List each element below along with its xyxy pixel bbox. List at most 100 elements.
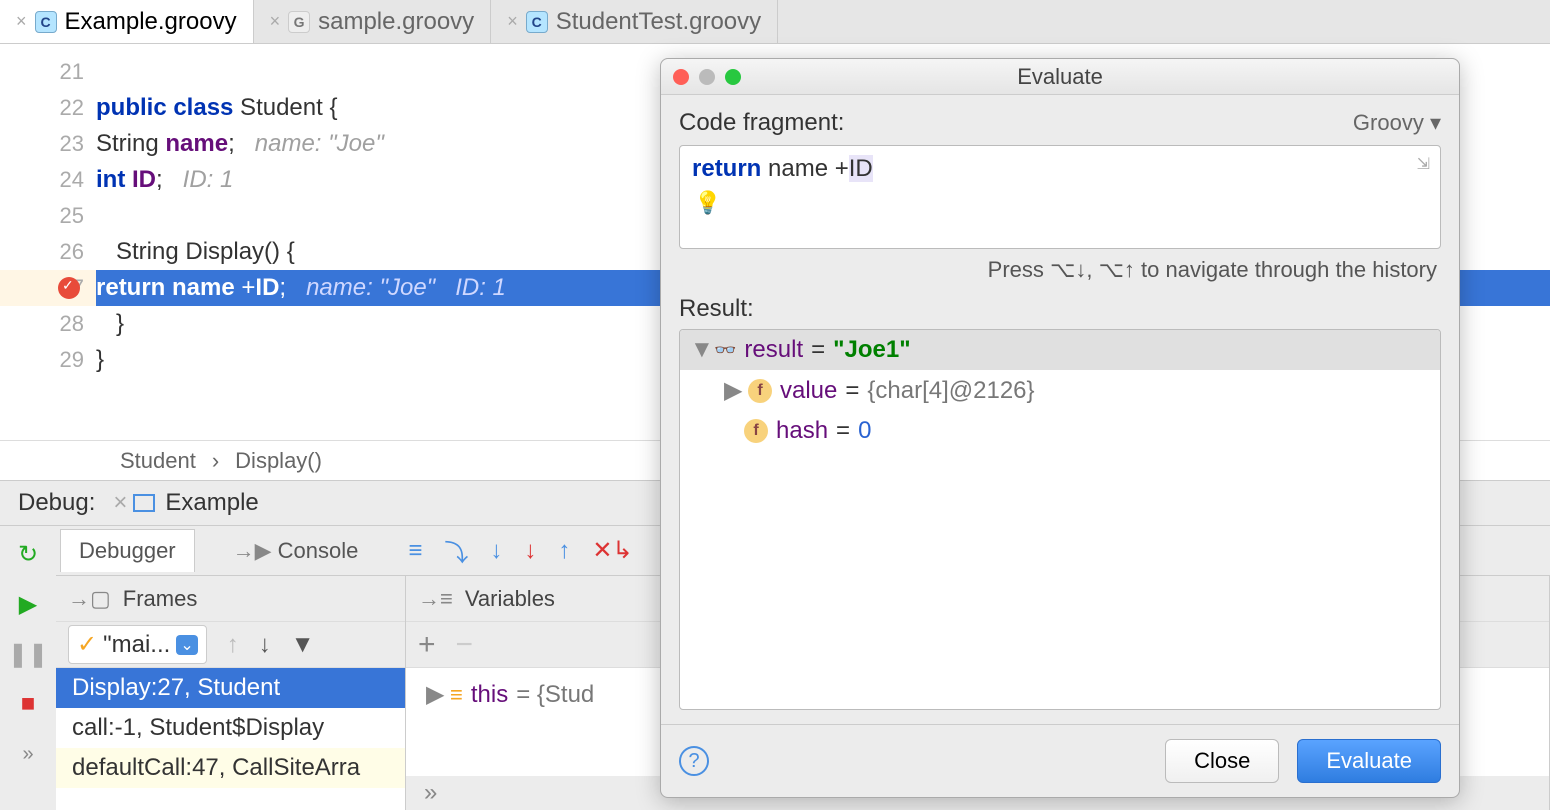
- debug-side-toolbar: ↻ ▶ ❚❚ ■ »: [0, 526, 56, 810]
- line-number: 24: [60, 167, 84, 193]
- dialog-body: Code fragment: Groovy ▾ return name +ID …: [661, 95, 1459, 724]
- groovy-class-icon: C: [526, 11, 548, 33]
- keyword: public class: [96, 94, 233, 122]
- line-number: 21: [60, 59, 84, 85]
- dialog-titlebar[interactable]: Evaluate: [661, 59, 1459, 95]
- editor-tabs: × C Example.groovy × G sample.groovy × C…: [0, 0, 1550, 44]
- thread-name: "mai...: [103, 631, 170, 659]
- filter-icon[interactable]: ▼: [291, 631, 315, 659]
- drop-frame-icon[interactable]: ✕↳: [592, 536, 632, 565]
- pause-icon[interactable]: ❚❚: [14, 640, 42, 668]
- tab-studenttest[interactable]: × C StudentTest.groovy: [491, 0, 778, 43]
- keyword: return: [692, 155, 761, 182]
- variables-title: Variables: [465, 586, 555, 612]
- breadcrumb-item[interactable]: Display(): [235, 448, 322, 474]
- code-text: ;: [156, 166, 163, 194]
- equals: =: [836, 417, 850, 445]
- frames-tools: ✓ "mai... ⌄ ↑ ↓ ▼: [56, 622, 405, 668]
- tab-sample[interactable]: × G sample.groovy: [254, 0, 492, 43]
- equals: =: [811, 336, 825, 364]
- next-frame-icon[interactable]: ↓: [259, 631, 271, 659]
- thread-selector[interactable]: ✓ "mai... ⌄: [68, 625, 207, 664]
- field: name: [172, 274, 241, 302]
- close-icon[interactable]: ×: [16, 11, 27, 32]
- prev-frame-icon[interactable]: ↑: [227, 631, 239, 659]
- zoom-window-icon[interactable]: [725, 69, 741, 85]
- code-text: ID: [849, 155, 873, 182]
- add-watch-icon[interactable]: +: [418, 628, 436, 662]
- evaluate-button[interactable]: Evaluate: [1297, 739, 1441, 783]
- breadcrumb-item[interactable]: Student: [120, 448, 196, 474]
- step-over-icon[interactable]: ⤵: [444, 533, 468, 568]
- code-text: +: [241, 274, 255, 302]
- gutter: 21 22 23 24 25 26 27 28 29: [0, 44, 96, 440]
- application-icon: [133, 494, 155, 512]
- var-name: value: [780, 377, 837, 405]
- history-hint: Press ⌥↓, ⌥↑ to navigate through the his…: [679, 257, 1437, 283]
- line-number: 25: [60, 203, 84, 229]
- inline-hint: name: "Joe": [286, 274, 435, 302]
- frame-row[interactable]: defaultCall:47, CallSiteArra: [56, 748, 405, 788]
- code-text: String: [96, 130, 165, 158]
- close-icon[interactable]: ×: [507, 11, 518, 32]
- remove-watch-icon[interactable]: −: [456, 628, 474, 662]
- code-text: Student {: [233, 94, 337, 122]
- this-icon: ≡: [450, 682, 463, 708]
- run-config-name[interactable]: Example: [155, 489, 258, 517]
- breakpoint-icon[interactable]: [58, 277, 80, 299]
- var-value: 0: [858, 417, 871, 445]
- frames-pane: →▢ Frames ✓ "mai... ⌄ ↑ ↓ ▼ Display:27, …: [56, 576, 406, 810]
- var-name: this: [471, 681, 508, 709]
- result-label: Result:: [679, 295, 1441, 323]
- equals: =: [845, 377, 859, 405]
- close-icon[interactable]: ×: [113, 489, 133, 517]
- result-row[interactable]: ▼ 👓 result = "Joe1": [680, 330, 1440, 370]
- frames-title: Frames: [123, 586, 198, 612]
- chevron-down-icon: ⌄: [176, 635, 197, 655]
- collapse-icon[interactable]: ▼: [690, 336, 706, 364]
- more-icon[interactable]: »: [14, 740, 42, 768]
- resume-icon[interactable]: ▶: [14, 590, 42, 618]
- code-text: ;: [279, 274, 286, 302]
- layout-icon[interactable]: →≡: [418, 586, 453, 612]
- expand-icon[interactable]: ▶: [426, 680, 442, 709]
- layout-icon[interactable]: →▢: [68, 586, 111, 612]
- inline-hint: name: "Joe": [235, 130, 384, 158]
- code-fragment-label: Code fragment:: [679, 109, 844, 137]
- tab-debugger[interactable]: Debugger: [60, 529, 195, 572]
- groovy-file-icon: G: [288, 11, 310, 33]
- show-execution-point-icon[interactable]: ≡: [408, 537, 422, 565]
- expand-icon[interactable]: ▶: [724, 376, 740, 405]
- inline-hint: ID: 1: [163, 166, 234, 194]
- step-into-icon[interactable]: ↓: [490, 537, 502, 565]
- close-window-icon[interactable]: [673, 69, 689, 85]
- help-icon[interactable]: ?: [679, 746, 709, 776]
- rerun-icon[interactable]: ↻: [14, 540, 42, 568]
- tab-example[interactable]: × C Example.groovy: [0, 0, 254, 43]
- step-out-icon[interactable]: ↑: [558, 537, 570, 565]
- field-icon: f: [744, 419, 768, 443]
- code-text: String Display() {: [96, 238, 295, 266]
- close-icon[interactable]: ×: [270, 11, 281, 32]
- code-text: }: [96, 346, 104, 374]
- field-icon: f: [748, 379, 772, 403]
- tab-console[interactable]: →▶ Console: [215, 530, 377, 572]
- intention-bulb-icon[interactable]: 💡: [694, 190, 721, 216]
- line-number: 22: [60, 95, 84, 121]
- result-row[interactable]: f hash = 0: [680, 411, 1440, 451]
- stop-icon[interactable]: ■: [14, 690, 42, 718]
- var-value: "Joe1": [833, 336, 910, 364]
- minimize-window-icon[interactable]: [699, 69, 715, 85]
- var-name: hash: [776, 417, 828, 445]
- force-step-into-icon[interactable]: ↓: [524, 537, 536, 565]
- groovy-class-icon: C: [35, 11, 57, 33]
- frame-row[interactable]: call:-1, Student$Display: [56, 708, 405, 748]
- close-button[interactable]: Close: [1165, 739, 1279, 783]
- field: ID: [132, 166, 156, 194]
- code-fragment-input[interactable]: return name +ID 💡 ⇲: [679, 145, 1441, 249]
- result-row[interactable]: ▶ f value = {char[4]@2126}: [680, 370, 1440, 411]
- collapse-icon[interactable]: ⇲: [1417, 154, 1430, 174]
- keyword: int: [96, 166, 132, 194]
- language-dropdown[interactable]: Groovy ▾: [1353, 110, 1441, 136]
- frame-row[interactable]: Display:27, Student: [56, 668, 405, 708]
